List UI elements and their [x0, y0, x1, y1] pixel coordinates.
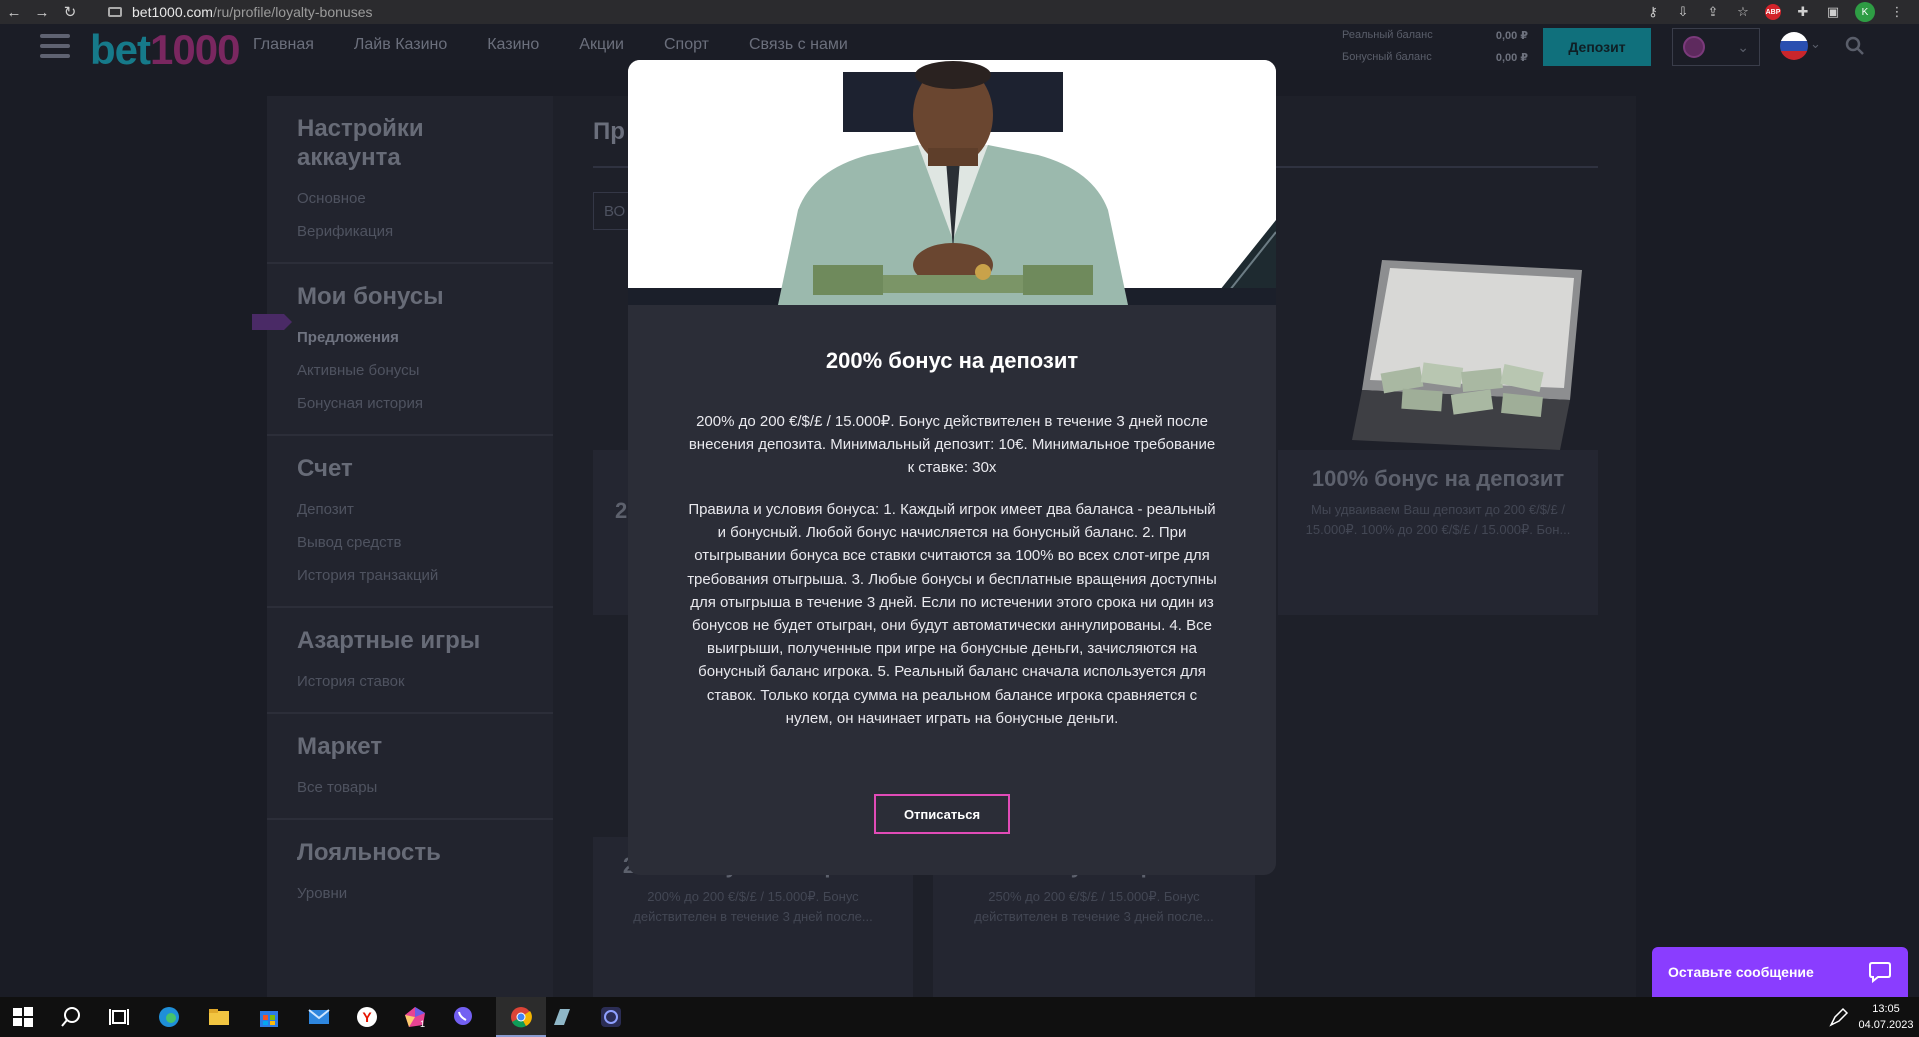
sidebar-item-levels[interactable]: Уровни [297, 877, 523, 910]
modal-description: 200% до 200 €/$/£ / 15.000₽. Бонус дейст… [688, 413, 1216, 476]
sidebar-item-offers[interactable]: Предложения [297, 321, 523, 354]
unsubscribe-button[interactable]: Отписаться [874, 794, 1010, 834]
adblock-icon[interactable]: ABP [1765, 4, 1781, 20]
file-explorer-icon[interactable] [206, 1005, 232, 1029]
puzzle-icon[interactable]: ✚ [1795, 4, 1811, 20]
forward-arrow-icon[interactable]: → [28, 4, 56, 21]
extension-icons: ⚷ ⇩ ⇪ ☆ ABP ✚ ▣ K ⋮ [1645, 0, 1905, 24]
chat-bubble-icon [1869, 962, 1891, 983]
card-description: Мы удваиваем Ваш депозит до 200 €/$/£ / … [1305, 502, 1571, 537]
modal-terms: Правила и условия бонуса: 1. Каждый игро… [687, 501, 1217, 727]
card-description: 200% до 200 €/$/£ / 15.000₽. Бонус дейст… [633, 889, 873, 924]
nav-home[interactable]: Главная [253, 36, 314, 54]
search-icon[interactable] [1845, 36, 1865, 56]
menu-dots-icon[interactable]: ⋮ [1889, 4, 1905, 20]
pen-icon[interactable] [1826, 1005, 1852, 1029]
windows-start-icon[interactable] [10, 1005, 36, 1029]
sidepanel-icon[interactable]: ▣ [1825, 4, 1841, 20]
clock-time: 13:05 [1872, 1003, 1900, 1015]
taskbar-badge: 1 [420, 1019, 426, 1029]
clock-date: 04.07.2023 [1858, 1019, 1914, 1031]
sidebar-item-bonus-history[interactable]: Бонусная история [297, 387, 523, 420]
task-view-icon[interactable] [106, 1005, 132, 1029]
chrome-icon[interactable] [508, 1005, 534, 1029]
system-clock[interactable]: 13:05 04.07.2023 [1856, 1001, 1916, 1033]
sidebar-item-deposit[interactable]: Депозит [297, 493, 523, 526]
user-menu[interactable]: ⌄ [1672, 28, 1760, 66]
card-description: 250% до 200 €/$/£ / 15.000₽. Бонус дейст… [974, 889, 1214, 924]
url-host: bet1000.com [132, 4, 213, 20]
sidebar-group-title: Мои бонусы [297, 283, 444, 310]
chevron-down-icon[interactable]: ⌄ [1810, 36, 1821, 52]
suitcase-money-image [1352, 260, 1582, 450]
card-title: 100% бонус на депозит [1311, 466, 1565, 491]
nav-sport[interactable]: Спорт [664, 36, 709, 54]
nav-contact[interactable]: Связь с нами [749, 36, 848, 54]
reload-icon[interactable]: ↻ [56, 3, 84, 21]
sidebar-group-account: Настройки аккаунта Основное Верификация [267, 96, 553, 264]
key-icon[interactable]: ⚷ [1645, 4, 1661, 20]
sidebar-item-all-goods[interactable]: Все товары [297, 771, 523, 804]
sidebar-item-bet-history[interactable]: История ставок [297, 665, 523, 698]
edge-icon[interactable] [156, 1005, 182, 1029]
profile-avatar[interactable]: K [1855, 2, 1875, 22]
star-icon[interactable]: ☆ [1735, 4, 1751, 20]
bonus-hero-image [628, 60, 1276, 305]
url-path: /ru/profile/loyalty-bonuses [212, 4, 373, 20]
sidebar-group-gambling: Азартные игры История ставок [267, 608, 553, 714]
hamburger-menu-icon[interactable] [40, 34, 70, 58]
chevron-down-icon: ⌄ [1737, 38, 1749, 55]
nav-live-casino[interactable]: Лайв Казино [354, 36, 447, 54]
store-icon[interactable] [256, 1005, 282, 1029]
browser-toolbar: ← → ↻ bet1000.com/ru/profile/loyalty-bon… [0, 0, 1919, 24]
russia-flag-icon[interactable] [1780, 32, 1808, 60]
bonus-card[interactable]: 100% бонус на депозит Мы удваиваем Ваш д… [1278, 450, 1598, 615]
nav-casino[interactable]: Казино [487, 36, 539, 54]
bonus-balance: Бонусный баланс 0,00 ₽ [1342, 51, 1528, 64]
sidebar-item-verification[interactable]: Верификация [297, 215, 523, 248]
sidebar-item-transactions[interactable]: История транзакций [297, 559, 523, 592]
app-icon[interactable] [549, 1005, 575, 1029]
sidebar-group-title: Лояльность [297, 839, 441, 866]
bonus-modal: 200% бонус на депозит 200% до 200 €/$/£ … [628, 60, 1276, 875]
sidebar-group-market: Маркет Все товары [267, 714, 553, 820]
sidebar-group-title: Азартные игры [297, 627, 481, 654]
sidebar-item-general[interactable]: Основное [297, 182, 523, 215]
sidebar-group-title: Маркет [297, 733, 383, 760]
sidebar-item-withdraw[interactable]: Вывод средств [297, 526, 523, 559]
back-arrow-icon[interactable]: ← [0, 4, 28, 21]
real-balance: Реальный баланс 0,00 ₽ [1342, 29, 1528, 42]
mail-icon[interactable] [306, 1005, 332, 1029]
chat-widget[interactable]: Оставьте сообщение [1652, 947, 1908, 997]
sidebar-group-title: Настройки аккаунта [297, 115, 424, 171]
search-icon[interactable] [58, 1005, 84, 1029]
yandex-browser-icon[interactable]: Y [354, 1005, 380, 1029]
vpn-app-icon[interactable] [598, 1005, 624, 1029]
chat-label: Оставьте сообщение [1668, 964, 1814, 980]
user-icon [1683, 36, 1705, 58]
sidebar-group-account-balance: Счет Депозит Вывод средств История транз… [267, 436, 553, 608]
sidebar-item-active-bonuses[interactable]: Активные бонусы [297, 354, 523, 387]
active-item-marker [252, 314, 292, 330]
viber-icon[interactable] [450, 1005, 476, 1029]
share-icon[interactable]: ⇪ [1705, 4, 1721, 20]
account-sidebar: Настройки аккаунта Основное Верификация … [267, 96, 553, 997]
svg-text:Y: Y [362, 1009, 372, 1025]
site-logo[interactable]: bet1000 [90, 26, 240, 74]
windows-taskbar: Y 1 13:05 04.07.2023 [0, 997, 1919, 1037]
nav-promotions[interactable]: Акции [579, 36, 624, 54]
sidebar-group-title: Счет [297, 455, 353, 482]
sidebar-group-loyalty: Лояльность Уровни [267, 820, 553, 924]
deposit-button[interactable]: Депозит [1543, 28, 1651, 66]
lock-icon [108, 7, 122, 17]
main-nav: Главная Лайв Казино Казино Акции Спорт С… [253, 36, 848, 54]
address-bar[interactable]: bet1000.com/ru/profile/loyalty-bonuses [108, 2, 1628, 22]
install-icon[interactable]: ⇩ [1675, 4, 1691, 20]
page-title: Пр [593, 118, 625, 145]
sidebar-group-bonuses: Мои бонусы Предложения Активные бонусы Б… [267, 264, 553, 436]
balances: Реальный баланс 0,00 ₽ Бонусный баланс 0,0… [1342, 24, 1528, 68]
modal-title: 200% бонус на депозит [825, 348, 1079, 373]
